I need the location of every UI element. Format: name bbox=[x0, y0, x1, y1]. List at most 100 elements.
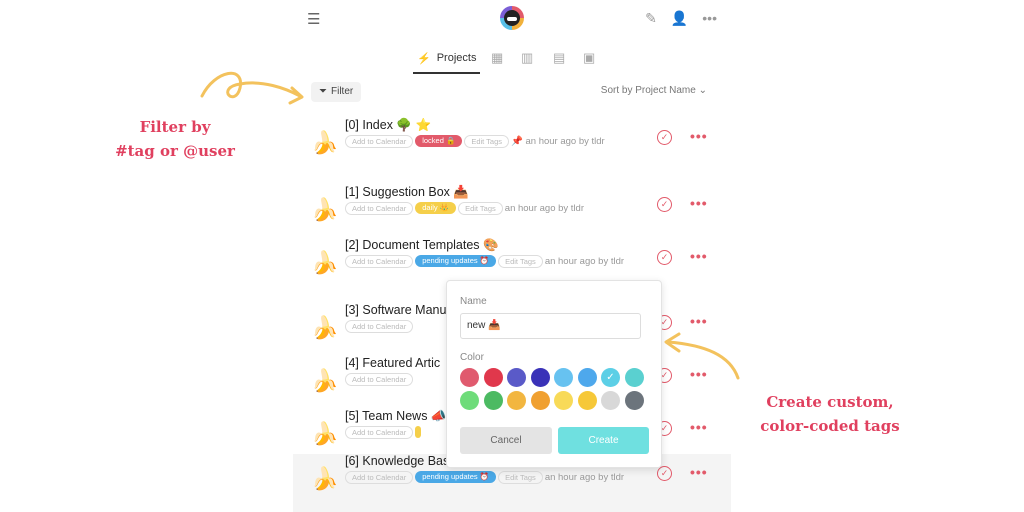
project-tag[interactable]: daily 👑 bbox=[415, 202, 457, 215]
complete-check-icon[interactable]: ✓ bbox=[657, 197, 672, 212]
filter-callout-line1: Filter by bbox=[139, 118, 211, 136]
more-icon[interactable]: ••• bbox=[702, 10, 717, 27]
tags-callout-line2: color-coded tags bbox=[760, 417, 900, 435]
banana-icon: 🍌 bbox=[311, 130, 339, 155]
row-more-icon[interactable]: ••• bbox=[690, 195, 708, 211]
color-swatch[interactable] bbox=[554, 391, 573, 410]
compose-icon[interactable]: ✎ bbox=[645, 10, 657, 27]
sort-dropdown[interactable]: Sort by Project Name ⌄ bbox=[601, 85, 707, 96]
color-swatch[interactable] bbox=[601, 391, 620, 410]
filter-callout: Filter by #tag or @user bbox=[110, 115, 240, 163]
edit-tags-chip[interactable]: Edit Tags bbox=[498, 470, 543, 484]
complete-check-icon[interactable]: ✓ bbox=[657, 130, 672, 145]
tab-projects-label: Projects bbox=[436, 52, 477, 64]
edit-tags-chip[interactable]: Edit Tags bbox=[498, 254, 543, 268]
project-title[interactable]: [3] Software Manu bbox=[345, 303, 446, 317]
color-swatch[interactable]: ✓ bbox=[601, 368, 620, 387]
project-tag[interactable] bbox=[415, 426, 422, 439]
color-swatch[interactable] bbox=[460, 368, 479, 387]
add-to-calendar-chip[interactable]: Add to Calendar bbox=[345, 425, 414, 439]
hamburger-icon[interactable]: ☰ bbox=[307, 10, 320, 28]
project-meta-line: Add to Calendar pending updates ⏰ Edit Tag… bbox=[345, 254, 635, 269]
project-tag[interactable]: pending updates ⏰ bbox=[415, 471, 497, 484]
add-to-calendar-chip[interactable]: Add to Calendar bbox=[345, 319, 414, 333]
edit-tags-chip[interactable]: Edit Tags bbox=[458, 201, 503, 215]
banana-icon: 🍌 bbox=[311, 315, 339, 340]
filter-callout-line2: #tag or @user bbox=[115, 142, 235, 160]
add-to-calendar-chip[interactable]: Add to Calendar bbox=[345, 470, 414, 484]
cancel-button[interactable]: Cancel bbox=[460, 427, 552, 454]
project-title[interactable]: [0] Index 🌳 ⭐ bbox=[345, 118, 431, 133]
color-swatch[interactable] bbox=[507, 368, 526, 387]
app-logo[interactable] bbox=[500, 6, 524, 30]
document-icon[interactable]: ▤ bbox=[553, 50, 565, 66]
complete-check-icon[interactable]: ✓ bbox=[657, 466, 672, 481]
banana-icon: 🍌 bbox=[311, 368, 339, 393]
filter-row: ⏷ Filter Sort by Project Name ⌄ bbox=[293, 82, 731, 102]
tab-projects[interactable]: ⚡ Projects bbox=[413, 44, 481, 74]
chevron-down-icon: ⌄ bbox=[698, 85, 707, 96]
banana-icon: 🍌 bbox=[311, 466, 339, 491]
name-label: Name bbox=[460, 296, 487, 307]
row-more-icon[interactable]: ••• bbox=[690, 464, 708, 480]
project-meta: an hour ago by tldr bbox=[544, 256, 625, 267]
project-row[interactable]: 🍌 [1] Suggestion Box 📥 Add to Calendar da… bbox=[293, 185, 731, 243]
color-swatch[interactable] bbox=[530, 368, 550, 387]
color-swatches-row-2 bbox=[460, 391, 644, 410]
project-meta-line: Add to Calendar daily 👑 Edit Tags an hour a… bbox=[345, 201, 635, 216]
calendar-icon[interactable]: ▦ bbox=[491, 50, 503, 66]
add-to-calendar-chip[interactable]: Add to Calendar bbox=[345, 372, 414, 386]
project-title[interactable]: [4] Featured Artic bbox=[345, 356, 440, 370]
color-swatch[interactable] bbox=[577, 391, 597, 410]
edit-tags-chip[interactable]: Edit Tags bbox=[464, 134, 510, 148]
banana-icon: 🍌 bbox=[311, 421, 339, 446]
color-swatch[interactable] bbox=[624, 368, 644, 387]
banana-icon: 🍌 bbox=[311, 250, 339, 275]
filter-button[interactable]: ⏷ Filter bbox=[311, 82, 362, 102]
color-swatch[interactable] bbox=[554, 368, 573, 387]
project-tag[interactable]: locked 🔒 bbox=[415, 135, 463, 148]
row-more-icon[interactable]: ••• bbox=[690, 248, 708, 264]
color-swatches-row-1: ✓ bbox=[460, 368, 644, 387]
archive-icon[interactable]: ▣ bbox=[583, 50, 595, 66]
project-meta-line: Add to Calendar locked 🔒 Edit Tags 📌 an hou… bbox=[345, 134, 635, 149]
add-to-calendar-chip[interactable]: Add to Calendar bbox=[345, 254, 414, 268]
funnel-icon: ⏷ bbox=[319, 86, 327, 97]
banana-icon: 🍌 bbox=[311, 197, 339, 222]
color-swatch[interactable] bbox=[460, 391, 479, 410]
top-bar: ☰ ✎ 👤 ••• bbox=[293, 0, 731, 38]
row-more-icon[interactable]: ••• bbox=[690, 366, 708, 382]
project-title[interactable]: [2] Document Templates 🎨 bbox=[345, 238, 499, 253]
create-button[interactable]: Create bbox=[558, 427, 649, 454]
filter-label: Filter bbox=[331, 86, 354, 97]
project-title[interactable]: [5] Team News 📣 bbox=[345, 409, 446, 424]
project-meta: 📌 an hour ago by tldr bbox=[511, 136, 605, 147]
color-swatch[interactable] bbox=[483, 391, 503, 410]
tag-name-input[interactable]: new 📥 bbox=[460, 313, 641, 339]
map-icon[interactable]: ▥ bbox=[521, 50, 533, 66]
color-swatch[interactable] bbox=[483, 368, 503, 387]
project-row[interactable]: 🍌 [0] Index 🌳 ⭐ Add to Calendar locked 🔒 E… bbox=[293, 118, 731, 176]
color-swatch[interactable] bbox=[530, 391, 550, 410]
lightning-icon: ⚡ bbox=[417, 52, 431, 65]
color-swatch[interactable] bbox=[577, 368, 597, 387]
project-meta: an hour ago by tldr bbox=[504, 203, 585, 214]
color-label: Color bbox=[460, 352, 484, 363]
color-swatch[interactable] bbox=[507, 391, 526, 410]
add-to-calendar-chip[interactable]: Add to Calendar bbox=[345, 201, 414, 215]
view-tabs: ⚡ Projects ▦ ▥ ▤ ▣ bbox=[293, 44, 731, 74]
sort-label: Sort by Project Name bbox=[600, 85, 696, 96]
row-more-icon[interactable]: ••• bbox=[690, 313, 708, 329]
project-meta-line: Add to Calendar pending updates ⏰ Edit Tag… bbox=[345, 470, 635, 485]
row-more-icon[interactable]: ••• bbox=[690, 128, 708, 144]
project-title[interactable]: [1] Suggestion Box 📥 bbox=[345, 185, 469, 200]
color-swatch[interactable] bbox=[624, 391, 644, 410]
tags-callout-line1: Create custom, bbox=[766, 393, 894, 411]
row-more-icon[interactable]: ••• bbox=[690, 419, 708, 435]
add-user-icon[interactable]: 👤 bbox=[671, 10, 688, 27]
add-to-calendar-chip[interactable]: Add to Calendar bbox=[345, 134, 414, 148]
project-tag[interactable]: pending updates ⏰ bbox=[415, 255, 497, 268]
complete-check-icon[interactable]: ✓ bbox=[657, 250, 672, 265]
create-tag-popup: Name new 📥 Color ✓ Cancel Create bbox=[446, 280, 662, 468]
tags-callout: Create custom, color-coded tags bbox=[745, 390, 915, 438]
